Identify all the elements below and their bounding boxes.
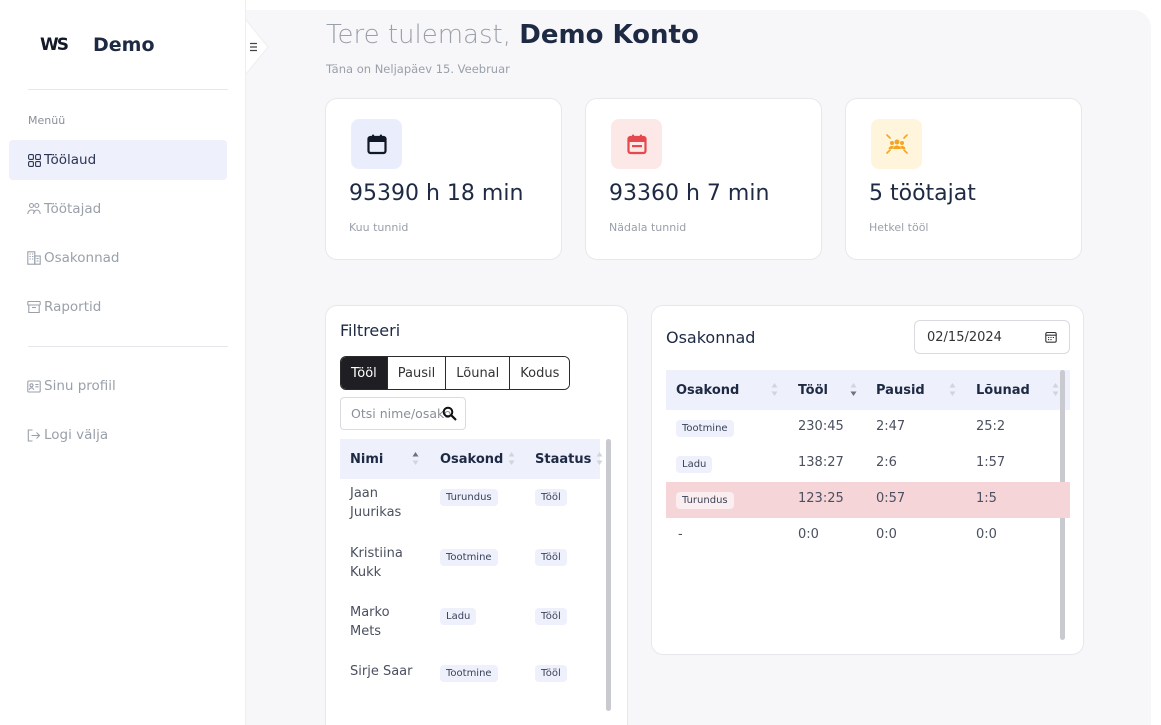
status-badge: Tööl: [535, 489, 567, 506]
page-title: Tere tulemast, Demo Konto: [326, 20, 699, 50]
sidebar-item-logout[interactable]: Logi välja: [9, 415, 227, 455]
stat-card-present: 5 töötajat Hetkel tööl: [845, 98, 1082, 260]
sidebar: WS Demo Menüü Töölaud Töötajad Osakonnad…: [0, 0, 246, 725]
filter-title: Filtreeri: [340, 321, 401, 340]
main-content: Tere tulemast, Demo Konto Täna on Neljap…: [246, 10, 1151, 725]
id-card-icon: [27, 379, 41, 393]
departments-card: Osakonnad 02/15/2024 Osakond Tööl Pausid…: [651, 305, 1084, 655]
grid-icon: [27, 153, 41, 167]
sidebar-item-tootajad[interactable]: Töötajad: [9, 189, 227, 229]
departments-table-header: Osakond Tööl Pausid Lõunad: [666, 370, 1070, 410]
dept-badge: Ladu: [440, 608, 477, 625]
departments-title: Osakonnad: [666, 328, 756, 347]
calendar-icon: [351, 119, 402, 169]
sidebar-item-toolaud[interactable]: Töölaud: [9, 140, 227, 180]
menu-title: Menüü: [28, 114, 66, 127]
sidebar-item-label: Osakonnad: [44, 250, 120, 266]
table-scrollbar[interactable]: [606, 439, 611, 711]
sidebar-item-label: Töötajad: [44, 201, 102, 217]
brand-logo: WS: [40, 35, 69, 55]
dept-badge: Tootmine: [440, 549, 498, 566]
employee-table-header: Nimi Osakond Staatus: [340, 439, 603, 479]
sidebar-item-label: Logi välja: [44, 427, 109, 443]
filter-card: Filtreeri Tööl Pausil Lõunal Kodus Nimi …: [325, 305, 628, 725]
stat-value: 93360 h 7 min: [609, 181, 770, 206]
dept-badge: Turundus: [440, 489, 498, 506]
status-tabs: Tööl Pausil Lõunal Kodus: [340, 356, 571, 390]
sort-icon: [949, 383, 956, 396]
user-name: Demo Konto: [519, 20, 699, 50]
date-value: 02/15/2024: [927, 329, 1002, 345]
sidebar-item-osakonnad[interactable]: Osakonnad: [9, 238, 227, 278]
stat-value: 5 töötajat: [869, 181, 976, 206]
tab-pausil[interactable]: Pausil: [387, 357, 447, 389]
sidebar-item-label: Töölaud: [44, 152, 97, 168]
table-row-highlighted[interactable]: Turundus 123:25 0:57 1:5: [666, 482, 1070, 518]
sort-icon: [508, 452, 515, 465]
table-row[interactable]: Tootmine 230:45 2:47 25:2: [666, 410, 1070, 446]
stat-card-month: 95390 h 18 min Kuu tunnid: [325, 98, 562, 260]
status-badge: Tööl: [535, 549, 567, 566]
calendar-icon[interactable]: [1045, 331, 1057, 347]
status-badge: Tööl: [535, 608, 567, 625]
sidebar-toggle[interactable]: [244, 20, 270, 74]
logout-icon: [27, 428, 41, 442]
users-icon: [27, 202, 41, 216]
tab-toool[interactable]: Tööl: [341, 357, 388, 389]
sort-icon: [1052, 383, 1059, 396]
calendar-week-icon: [611, 119, 662, 169]
search-box: [340, 397, 466, 430]
dept-badge: Tootmine: [676, 420, 734, 437]
brand-name: Demo: [93, 34, 155, 56]
date-picker[interactable]: 02/15/2024: [914, 320, 1070, 354]
status-badge: Tööl: [535, 665, 567, 682]
search-input[interactable]: [351, 406, 451, 421]
column-lounad[interactable]: Lõunad: [976, 370, 1066, 410]
column-pausid[interactable]: Pausid: [876, 370, 956, 410]
stat-label: Hetkel tööl: [869, 221, 929, 234]
column-tool[interactable]: Tööl: [798, 370, 868, 410]
sidebar-divider: [28, 89, 228, 90]
column-osakond[interactable]: Osakond: [676, 370, 786, 410]
building-icon: [27, 251, 41, 265]
sidebar-item-label: Sinu profiil: [44, 378, 116, 394]
archive-icon: [27, 300, 41, 314]
stat-card-week: 93360 h 7 min Nädala tunnid: [585, 98, 822, 260]
search-icon[interactable]: [442, 406, 457, 425]
table-row[interactable]: - 0:0 0:0 0:0: [666, 518, 1070, 554]
sidebar-item-label: Raportid: [44, 299, 102, 315]
tab-lounal[interactable]: Lõunal: [446, 357, 511, 389]
sidebar-item-profiil[interactable]: Sinu profiil: [9, 366, 227, 406]
column-staatus[interactable]: Staatus: [535, 439, 605, 479]
sort-desc-icon: [850, 383, 857, 396]
sidebar-item-raportid[interactable]: Raportid: [9, 287, 227, 327]
column-osakond[interactable]: Osakond: [440, 439, 530, 479]
stat-label: Kuu tunnid: [349, 221, 409, 234]
sort-icon: [596, 452, 603, 465]
people-group-icon: [871, 119, 922, 169]
table-row[interactable]: Ladu 138:27 2:6 1:57: [666, 446, 1070, 482]
sort-icon: [771, 383, 778, 396]
dept-badge: Tootmine: [440, 665, 498, 682]
brand[interactable]: WS Demo: [40, 34, 155, 56]
stat-value: 95390 h 18 min: [349, 181, 524, 206]
column-nimi[interactable]: Nimi: [350, 439, 435, 479]
sort-asc-icon: [412, 452, 419, 465]
tab-kodus[interactable]: Kodus: [510, 357, 570, 389]
date-line: Täna on Neljapäev 15. Veebruar: [326, 62, 510, 76]
dept-badge: Ladu: [676, 456, 713, 473]
sidebar-divider: [28, 346, 228, 347]
dept-badge: Turundus: [676, 492, 734, 509]
stat-label: Nädala tunnid: [609, 221, 687, 234]
